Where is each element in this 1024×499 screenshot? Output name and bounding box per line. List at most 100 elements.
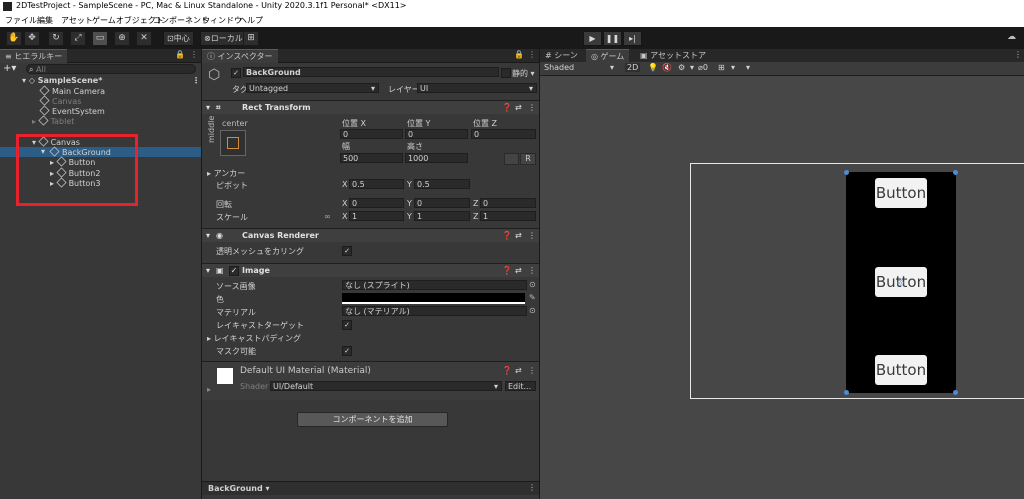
image-header[interactable]: ▾ ▣ ✓ Image ❓ ⇄ ⋮ xyxy=(202,263,539,277)
eyedropper-icon[interactable]: ✎ xyxy=(529,293,536,302)
rot-z-field[interactable]: 0 xyxy=(480,198,536,208)
hierarchy-tab[interactable]: ≡ ヒエラルキー xyxy=(0,49,68,63)
resize-handle[interactable] xyxy=(844,170,849,175)
help-icon[interactable]: ❓ xyxy=(502,101,512,114)
rect-tool-icon[interactable]: ▭ xyxy=(92,31,108,46)
more-icon[interactable]: ⋮ xyxy=(190,50,198,59)
menu-assets[interactable]: アセット xyxy=(61,15,93,26)
static-dropdown[interactable]: 静的 ▾ xyxy=(512,68,535,79)
raycast-target-checkbox[interactable]: ✓ xyxy=(342,320,352,330)
pivot-toggle[interactable]: ⊡中心 xyxy=(163,31,194,46)
link-icon[interactable]: ∞ xyxy=(324,212,331,221)
rot-y-field[interactable]: 0 xyxy=(414,198,470,208)
menu-window[interactable]: ウィンドウ xyxy=(202,15,242,26)
chevron-down-icon[interactable]: ▾ xyxy=(690,63,694,72)
object-picker-icon[interactable]: ⊙ xyxy=(529,280,536,289)
menu-file[interactable]: ファイル xyxy=(5,15,37,26)
source-image-field[interactable]: なし (スプライト) xyxy=(342,280,527,290)
pos-z-field[interactable]: 0 xyxy=(471,129,536,139)
scene-menu-icon[interactable]: ⋮ xyxy=(192,76,200,86)
fold-icon[interactable]: ▸ xyxy=(207,385,211,394)
color-field[interactable] xyxy=(342,293,525,304)
list-item[interactable]: Canvas xyxy=(39,95,81,106)
lock-icon[interactable]: 🔒 xyxy=(514,50,524,59)
tab-asset-store[interactable]: ▣ アセットストア xyxy=(635,49,711,62)
menu-edit[interactable]: 編集 xyxy=(37,15,53,26)
scene-row[interactable]: ▾ ◇ SampleScene* ⋮ xyxy=(22,76,200,86)
object-picker-icon[interactable]: ⊙ xyxy=(529,306,536,315)
gizmos-dropdown-icon[interactable]: ▾ xyxy=(746,63,750,72)
more-icon[interactable]: ⋮ xyxy=(528,50,536,59)
scale-tool-icon[interactable]: ⤢ xyxy=(70,31,86,46)
inspector-tab[interactable]: ⓘ インスペクター xyxy=(202,49,278,63)
tag-dropdown[interactable]: Untagged ▾ xyxy=(246,83,379,93)
resize-handle[interactable] xyxy=(844,390,849,395)
hand-tool-icon[interactable]: ✋ xyxy=(6,31,22,46)
height-field[interactable]: 1000 xyxy=(405,153,468,163)
scale-x-field[interactable]: 1 xyxy=(349,211,404,221)
chevron-down-icon[interactable]: ▾ xyxy=(731,63,735,72)
move-tool-icon[interactable]: ✥ xyxy=(24,31,40,46)
preset-icon[interactable]: ⇄ xyxy=(515,101,522,114)
shading-dropdown-icon[interactable]: ▾ xyxy=(610,63,614,72)
scale-y-field[interactable]: 1 xyxy=(414,211,470,221)
component-menu-icon[interactable]: ⋮ xyxy=(528,366,536,375)
play-button[interactable]: ▶ xyxy=(583,31,602,46)
resize-handle[interactable] xyxy=(953,390,958,395)
pause-button[interactable]: ❚❚ xyxy=(603,31,622,46)
custom-tool-icon[interactable]: ✕ xyxy=(136,31,152,46)
add-icon[interactable]: +▾ xyxy=(3,63,16,74)
step-button[interactable]: ▸| xyxy=(623,31,642,46)
scene-button[interactable]: Button xyxy=(875,355,927,385)
lock-icon[interactable]: 🔒 xyxy=(175,50,185,59)
anchor-presets-button[interactable] xyxy=(220,130,246,156)
cloud-icon[interactable]: ☁ xyxy=(1007,32,1016,42)
hidden-objects-icon[interactable]: ⌀0 xyxy=(698,63,708,72)
static-checkbox[interactable] xyxy=(501,68,511,78)
menu-component[interactable]: コンポーネント xyxy=(153,15,209,26)
component-menu-icon[interactable]: ⋮ xyxy=(528,229,536,242)
pivot-gizmo-icon[interactable]: ◎ xyxy=(897,278,904,287)
preset-icon[interactable]: ⇄ xyxy=(515,264,522,277)
component-menu-icon[interactable]: ⋮ xyxy=(528,101,536,114)
tab-scene[interactable]: # シーン xyxy=(540,49,583,62)
help-icon[interactable]: ❓ xyxy=(502,366,512,375)
footer-object-dropdown[interactable]: BackGround ▾ xyxy=(208,484,270,493)
tab-game[interactable]: ◎ ゲーム xyxy=(586,49,630,63)
active-checkbox[interactable]: ✓ xyxy=(231,68,241,78)
list-item[interactable]: ▸ Tablet xyxy=(32,115,74,126)
material-field[interactable]: なし (マテリアル) xyxy=(342,306,527,316)
layer-dropdown[interactable]: UI ▾ xyxy=(417,83,537,93)
preset-icon[interactable]: ⇄ xyxy=(515,229,522,242)
scale-z-field[interactable]: 1 xyxy=(480,211,536,221)
pivot-x-field[interactable]: 0.5 xyxy=(349,179,404,189)
object-name-field[interactable]: BackGround xyxy=(243,67,499,77)
component-menu-icon[interactable]: ⋮ xyxy=(528,264,536,277)
canvas-renderer-header[interactable]: ▾ ◉ Canvas Renderer ❓ ⇄ ⋮ xyxy=(202,228,539,242)
pos-y-field[interactable]: 0 xyxy=(405,129,468,139)
add-component-button[interactable]: コンポーネントを追加 xyxy=(297,412,448,427)
maskable-checkbox[interactable]: ✓ xyxy=(342,346,352,356)
width-field[interactable]: 500 xyxy=(340,153,403,163)
list-item[interactable]: Main Camera xyxy=(39,85,105,96)
pivot-y-field[interactable]: 0.5 xyxy=(414,179,470,189)
blueprint-mode-icon[interactable] xyxy=(504,153,519,165)
space-toggle[interactable]: ⊗ローカル xyxy=(200,31,247,46)
image-enabled-checkbox[interactable]: ✓ xyxy=(229,266,239,276)
audio-icon[interactable]: 🔇 xyxy=(662,63,672,72)
hierarchy-search-input[interactable]: ⌕ All xyxy=(26,64,196,74)
list-item[interactable]: EventSystem xyxy=(39,105,105,116)
help-icon[interactable]: ❓ xyxy=(502,264,512,277)
raw-edit-button[interactable]: R xyxy=(520,153,536,165)
cull-checkbox[interactable]: ✓ xyxy=(342,246,352,256)
rect-transform-header[interactable]: ▾ ⌗ Rect Transform ❓ ⇄ ⋮ xyxy=(202,100,539,114)
preset-icon[interactable]: ⇄ xyxy=(515,366,522,375)
mode-2d-toggle[interactable]: 2D xyxy=(625,63,641,72)
raycast-padding-foldout[interactable]: ▸ レイキャストパディング xyxy=(207,333,301,344)
menu-help[interactable]: ヘルプ xyxy=(239,15,263,26)
grid-visibility-icon[interactable]: ⊞ xyxy=(718,63,725,72)
more-icon[interactable]: ⋮ xyxy=(1014,50,1022,59)
lighting-icon[interactable]: 💡 xyxy=(648,63,658,72)
grid-snap-icon[interactable]: ⊞ xyxy=(243,31,259,46)
rot-x-field[interactable]: 0 xyxy=(349,198,404,208)
